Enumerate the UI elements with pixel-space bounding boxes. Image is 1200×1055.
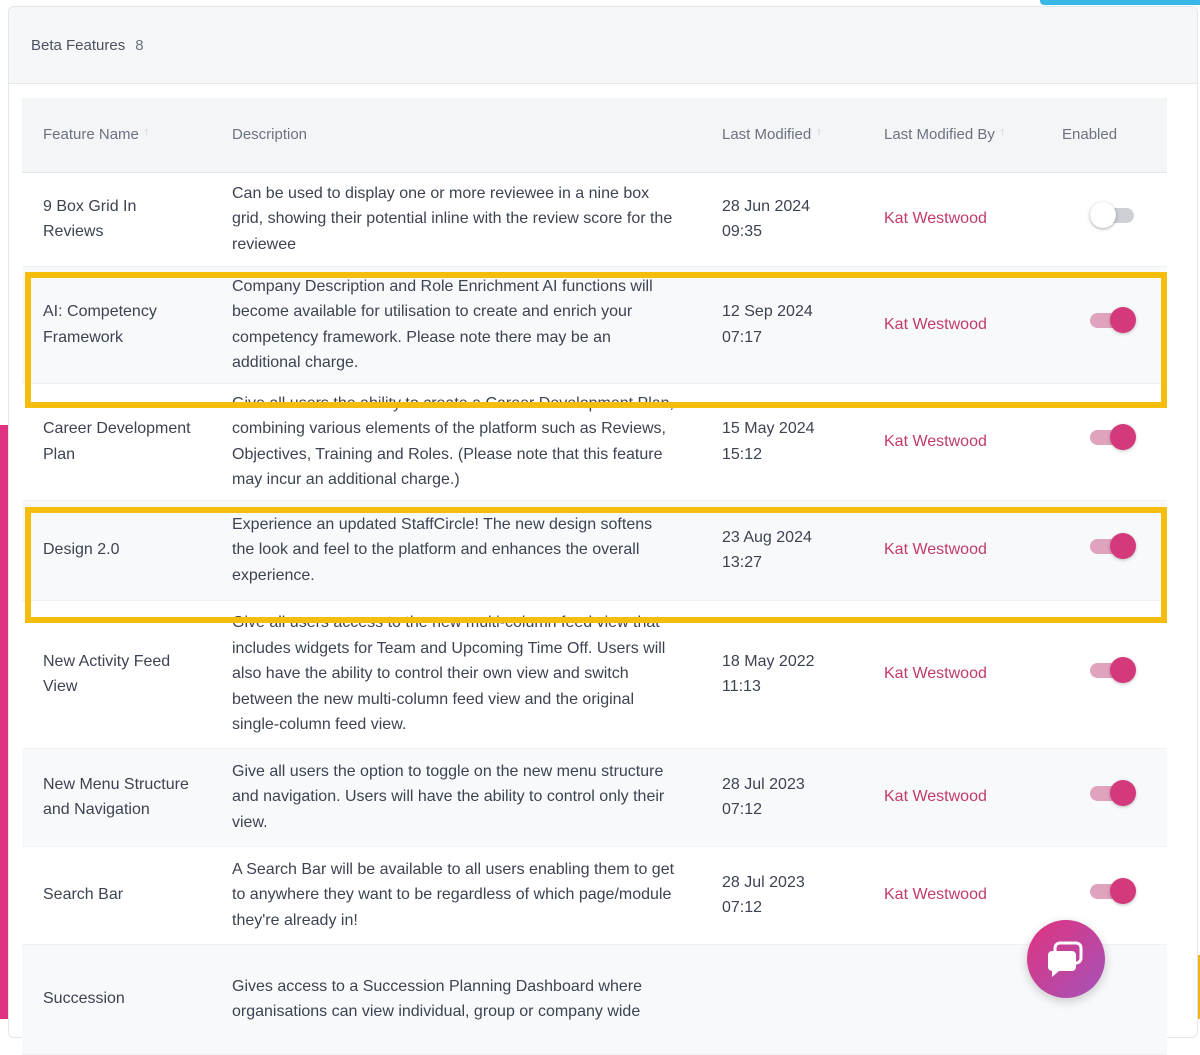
col-header-description: Description bbox=[211, 98, 701, 173]
feature-name: AI: Competency Framework bbox=[22, 266, 211, 384]
toggle-knob bbox=[1110, 656, 1136, 683]
enabled-toggle[interactable] bbox=[1090, 201, 1136, 229]
modified-by-link[interactable]: Kat Westwood bbox=[884, 433, 987, 450]
modified-by-link[interactable]: Kat Westwood bbox=[884, 886, 987, 903]
modified-date: 18 May 2022 bbox=[722, 652, 815, 670]
modified-by-link[interactable]: Kat Westwood bbox=[884, 665, 987, 682]
enabled-cell bbox=[1041, 600, 1167, 749]
last-modified-by: Kat Westwood bbox=[863, 846, 1041, 945]
modified-by-link[interactable]: Kat Westwood bbox=[884, 316, 987, 333]
modified-time: 07:12 bbox=[722, 899, 763, 916]
card-header: Beta Features 8 bbox=[9, 7, 1197, 84]
feature-count: 8 bbox=[135, 36, 144, 54]
last-modified: 28 Jul 2023 07:12 bbox=[701, 846, 863, 945]
modified-date: 28 Jul 2023 bbox=[722, 775, 805, 793]
modified-time: 07:17 bbox=[722, 328, 763, 346]
table-row: AI: Competency Framework Company Descript… bbox=[22, 266, 1167, 384]
modified-time: 15:12 bbox=[722, 445, 763, 463]
last-modified: 28 Jul 2023 07:12 bbox=[701, 748, 863, 847]
last-modified-by bbox=[863, 944, 1041, 1055]
last-modified-by: Kat Westwood bbox=[863, 600, 1041, 749]
col-header-enabled: Enabled bbox=[1041, 98, 1167, 173]
modified-time: 07:12 bbox=[722, 801, 763, 818]
left-accent-bar bbox=[0, 425, 8, 1019]
feature-name: Career Development Plan bbox=[22, 383, 211, 501]
table-row: Design 2.0 Experience an updated StaffCir… bbox=[22, 500, 1167, 601]
enabled-cell bbox=[1041, 748, 1167, 847]
chat-bubble-icon bbox=[1048, 941, 1083, 977]
feature-name: Design 2.0 bbox=[22, 500, 211, 601]
feature-description: Company Description and Role Enrichment … bbox=[211, 266, 701, 384]
enabled-cell bbox=[1041, 383, 1167, 501]
last-modified bbox=[701, 944, 863, 1055]
feature-description: Experience an updated StaffCircle! The n… bbox=[211, 500, 701, 601]
last-modified: 18 May 2022 11:13 bbox=[701, 600, 863, 749]
table-header-row: Feature Name ↑ Description Last Modified ↑… bbox=[22, 98, 1167, 173]
last-modified: 15 May 2024 15:12 bbox=[701, 383, 863, 501]
feature-name: 9 Box Grid In Reviews bbox=[22, 172, 211, 267]
table-row: New Menu Structure and Navigation Give al… bbox=[22, 748, 1167, 847]
modified-time: 11:13 bbox=[722, 678, 761, 695]
sort-arrow-icon[interactable]: ↑ bbox=[816, 126, 822, 138]
last-modified: 28 Jun 2024 09:35 bbox=[701, 172, 863, 267]
feature-description: A Search Bar will be available to all us… bbox=[211, 846, 701, 945]
enabled-toggle[interactable] bbox=[1090, 306, 1136, 334]
last-modified-by: Kat Westwood bbox=[863, 266, 1041, 384]
last-modified-by: Kat Westwood bbox=[863, 748, 1041, 847]
last-modified: 12 Sep 2024 07:17 bbox=[701, 266, 863, 384]
table-row: New Activity Feed View Give all users acc… bbox=[22, 600, 1167, 749]
toggle-knob bbox=[1090, 201, 1116, 228]
enabled-cell bbox=[1041, 266, 1167, 384]
modified-date: 28 Jul 2023 bbox=[722, 873, 805, 891]
modified-date: 28 Jun 2024 bbox=[722, 197, 811, 215]
feature-description: Give all users access to the new multi-c… bbox=[211, 600, 701, 749]
feature-description: Give all users the option to toggle on t… bbox=[211, 748, 701, 847]
chat-button[interactable] bbox=[1027, 920, 1105, 998]
feature-name: New Activity Feed View bbox=[22, 600, 211, 749]
enabled-cell bbox=[1041, 500, 1167, 601]
toggle-knob bbox=[1110, 877, 1136, 904]
modified-date: 12 Sep 2024 bbox=[722, 303, 813, 320]
toggle-knob bbox=[1110, 424, 1136, 451]
enabled-toggle[interactable] bbox=[1090, 532, 1136, 560]
feature-name: Search Bar bbox=[22, 846, 211, 945]
modified-date: 15 May 2024 bbox=[722, 420, 815, 437]
table-row: Search Bar A Search Bar will be available… bbox=[22, 846, 1167, 945]
col-header-last-modified-by[interactable]: Last Modified By ↑ bbox=[863, 98, 1041, 173]
table-row: Succession Gives access to a Succession P… bbox=[22, 944, 1167, 1055]
toggle-knob bbox=[1110, 532, 1136, 559]
col-header-feature-name[interactable]: Feature Name ↑ bbox=[22, 98, 211, 173]
card-title: Beta Features bbox=[31, 36, 126, 54]
feature-name: New Menu Structure and Navigation bbox=[22, 748, 211, 847]
modified-by-link[interactable]: Kat Westwood bbox=[884, 541, 987, 558]
enabled-toggle[interactable] bbox=[1090, 656, 1136, 684]
modified-time: 09:35 bbox=[722, 223, 763, 240]
table-row: Career Development Plan Give all users th… bbox=[22, 383, 1167, 501]
beta-features-table: Feature Name ↑ Description Last Modified ↑… bbox=[22, 98, 1167, 1055]
toggle-knob bbox=[1110, 779, 1136, 806]
last-modified: 23 Aug 2024 13:27 bbox=[701, 500, 863, 601]
table-row: 9 Box Grid In Reviews Can be used to disp… bbox=[22, 172, 1167, 267]
last-modified-by: Kat Westwood bbox=[863, 172, 1041, 267]
toggle-knob bbox=[1110, 307, 1136, 334]
enabled-toggle[interactable] bbox=[1090, 423, 1136, 451]
enabled-toggle[interactable] bbox=[1090, 779, 1136, 807]
feature-name: Succession bbox=[22, 944, 211, 1055]
modified-by-link[interactable]: Kat Westwood bbox=[884, 210, 987, 227]
col-header-last-modified[interactable]: Last Modified ↑ bbox=[701, 98, 863, 173]
feature-description: Give all users the ability to create a C… bbox=[211, 383, 701, 501]
sort-arrow-icon[interactable]: ↑ bbox=[1000, 126, 1006, 138]
feature-description: Can be used to display one or more revie… bbox=[211, 172, 701, 267]
modified-by-link[interactable]: Kat Westwood bbox=[884, 788, 987, 805]
sort-arrow-icon[interactable]: ↑ bbox=[144, 126, 150, 138]
top-accent-bar bbox=[1040, 0, 1200, 5]
last-modified-by: Kat Westwood bbox=[863, 500, 1041, 601]
modified-time: 13:27 bbox=[722, 554, 763, 571]
feature-description: Gives access to a Succession Planning Da… bbox=[211, 944, 701, 1055]
enabled-toggle[interactable] bbox=[1090, 877, 1136, 905]
enabled-cell bbox=[1041, 172, 1167, 267]
last-modified-by: Kat Westwood bbox=[863, 383, 1041, 501]
modified-date: 23 Aug 2024 bbox=[722, 528, 812, 546]
